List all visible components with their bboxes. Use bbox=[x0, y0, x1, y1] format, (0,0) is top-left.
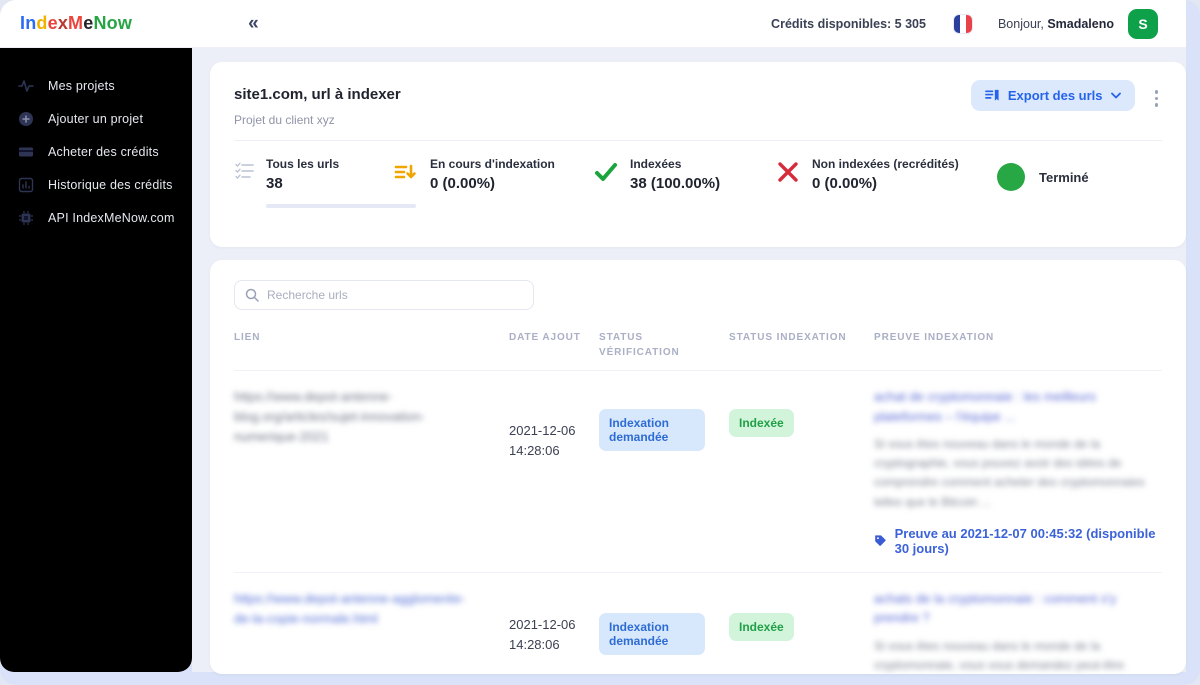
indexation-status-badge: Indexée bbox=[729, 612, 794, 641]
proof-link[interactable]: Preuve au 2021-12-07 00:45:32 (disponibl… bbox=[874, 526, 1162, 556]
brand-letter: e bbox=[47, 13, 58, 33]
column-header-date-ajout: Date ajout bbox=[509, 332, 581, 343]
stat-label: Terminé bbox=[1039, 169, 1089, 185]
chevron-down-icon bbox=[1110, 92, 1121, 99]
verification-status-badge: Indexation demandée bbox=[599, 612, 705, 655]
avatar[interactable]: S bbox=[1128, 8, 1158, 39]
stat-label: Non indexées (recrédités) bbox=[812, 157, 959, 171]
stat-non-indexees: Non indexées (recrédités) 0 (0.00%) bbox=[776, 157, 997, 208]
bar-chart-icon bbox=[18, 177, 34, 192]
cpu-icon bbox=[19, 210, 33, 225]
stat-total-urls: Tous les urls 38 bbox=[234, 157, 416, 208]
credit-card-icon bbox=[19, 147, 33, 156]
tag-icon bbox=[875, 535, 886, 547]
user-name: Smadaleno bbox=[1047, 16, 1114, 31]
cross-icon bbox=[778, 162, 798, 182]
sidebar-item-ajouter-projet[interactable]: Ajouter un projet bbox=[0, 102, 192, 135]
table-row: https://www.depot-antenne-blog.org/artic… bbox=[234, 370, 1162, 572]
check-icon bbox=[595, 163, 617, 181]
brand-letter: N bbox=[93, 13, 107, 33]
sidebar-item-label: Acheter des crédits bbox=[48, 144, 159, 159]
greeting: Bonjour, Smadaleno bbox=[997, 16, 1114, 31]
sidebar-item-mes-projets[interactable]: Mes projets bbox=[0, 69, 192, 102]
search-icon bbox=[245, 288, 259, 302]
indexation-status-badge: Indexée bbox=[729, 409, 794, 437]
sidebar-collapse-icon[interactable]: « bbox=[248, 14, 259, 33]
export-urls-button[interactable]: Export des urls bbox=[970, 80, 1135, 111]
column-header-status-indexation: Status indexation bbox=[729, 332, 847, 343]
sidebar-item-label: Historique des crédits bbox=[48, 177, 173, 192]
more-options-button[interactable] bbox=[1151, 86, 1163, 111]
column-header-lien: Lien bbox=[234, 332, 261, 343]
brand-logo[interactable]: IndexMeNow bbox=[20, 13, 132, 34]
stat-indexees: Indexées 38 (100.00%) bbox=[594, 157, 776, 208]
export-button-label: Export des urls bbox=[1007, 88, 1103, 103]
stat-value: 38 (100.00%) bbox=[630, 175, 721, 192]
stats-row: Tous les urls 38 En cours d'indexation 0… bbox=[234, 141, 1162, 208]
date-added: 2021-12-06 14:28:06 bbox=[509, 423, 576, 459]
app-window: IndexMeNow « Crédits disponibles: 5 305 … bbox=[0, 0, 1200, 685]
redacted-url-link[interactable]: https://www.depot-antenne-agglomerée-de-… bbox=[234, 589, 481, 629]
project-summary-card: site1.com, url à indexer Projet du clien… bbox=[210, 62, 1186, 247]
search-box bbox=[234, 280, 534, 310]
brand-letter: e bbox=[83, 13, 94, 33]
redacted-proof-title: achat de cryptomonnaie : les meilleurs p… bbox=[874, 389, 1096, 424]
column-header-status-verification: Status vérification bbox=[599, 332, 680, 358]
proof-link-label: Preuve au 2021-12-07 00:45:32 (disponibl… bbox=[894, 525, 1156, 556]
checklist-icon bbox=[235, 162, 254, 179]
brand-letter: n bbox=[25, 13, 37, 33]
brand-letter: w bbox=[117, 13, 133, 33]
stat-label: En cours d'indexation bbox=[430, 157, 555, 171]
table-header: Lien Date ajout Status vérification Stat… bbox=[234, 330, 1162, 370]
search-input[interactable] bbox=[267, 288, 523, 302]
top-bar: IndexMeNow « Crédits disponibles: 5 305 … bbox=[0, 0, 1186, 47]
column-header-preuve-indexation: Preuve indexation bbox=[874, 332, 995, 343]
stat-en-cours: En cours d'indexation 0 (0.00%) bbox=[394, 157, 594, 208]
brand-letter: x bbox=[57, 13, 69, 33]
sidebar-item-historique-credits[interactable]: Historique des crédits bbox=[0, 168, 192, 201]
url-table-card: Lien Date ajout Status vérification Stat… bbox=[210, 260, 1186, 674]
indexing-arrow-icon bbox=[394, 164, 416, 179]
credits-available: Crédits disponibles: 5 305 bbox=[771, 16, 926, 31]
stat-value: 0 (0.00%) bbox=[812, 175, 878, 192]
stat-label: Indexées bbox=[630, 157, 682, 171]
sidebar-item-acheter-credits[interactable]: Acheter des crédits bbox=[0, 135, 192, 168]
plus-circle-icon bbox=[19, 111, 33, 126]
redacted-proof-text: Si vous êtes nouveau dans le monde de la… bbox=[874, 638, 1125, 672]
sidebar-item-label: Mes projets bbox=[48, 78, 115, 93]
france-flag-icon[interactable] bbox=[953, 14, 972, 33]
verification-status-badge: Indexation demandée bbox=[599, 409, 705, 451]
redacted-url-link[interactable]: https://www.depot-antenne-blog.org/artic… bbox=[234, 387, 481, 447]
sidebar-item-label: Ajouter un projet bbox=[48, 111, 144, 126]
page-title: site1.com, url à indexer bbox=[234, 86, 401, 103]
brand-letter: M bbox=[68, 13, 84, 33]
redacted-proof-title: achats de la cryptomonnaie : comment s'y… bbox=[874, 590, 1117, 626]
stat-termine: Terminé bbox=[997, 157, 1089, 197]
project-subtitle: Projet du client xyz bbox=[234, 113, 335, 127]
export-icon bbox=[984, 89, 999, 101]
table-row: https://www.depot-antenne-agglomerée-de-… bbox=[234, 571, 1162, 674]
brand-letter: o bbox=[106, 13, 118, 33]
redacted-proof-text: Si vous êtes nouveau dans le monde de la… bbox=[874, 437, 1145, 509]
sidebar-item-label: API IndexMeNow.com bbox=[48, 210, 175, 225]
status-dot-green bbox=[997, 163, 1025, 191]
brand-letter: d bbox=[36, 13, 48, 33]
stat-value: 0 (0.00%) bbox=[430, 175, 496, 192]
date-added: 2021-12-06 14:28:06 bbox=[509, 616, 576, 652]
main-content: site1.com, url à indexer Projet du clien… bbox=[192, 47, 1186, 674]
sidebar-item-api[interactable]: API IndexMeNow.com bbox=[0, 201, 192, 234]
activity-icon bbox=[18, 79, 34, 92]
sidebar: Mes projets Ajouter un projet Acheter de… bbox=[0, 47, 192, 672]
